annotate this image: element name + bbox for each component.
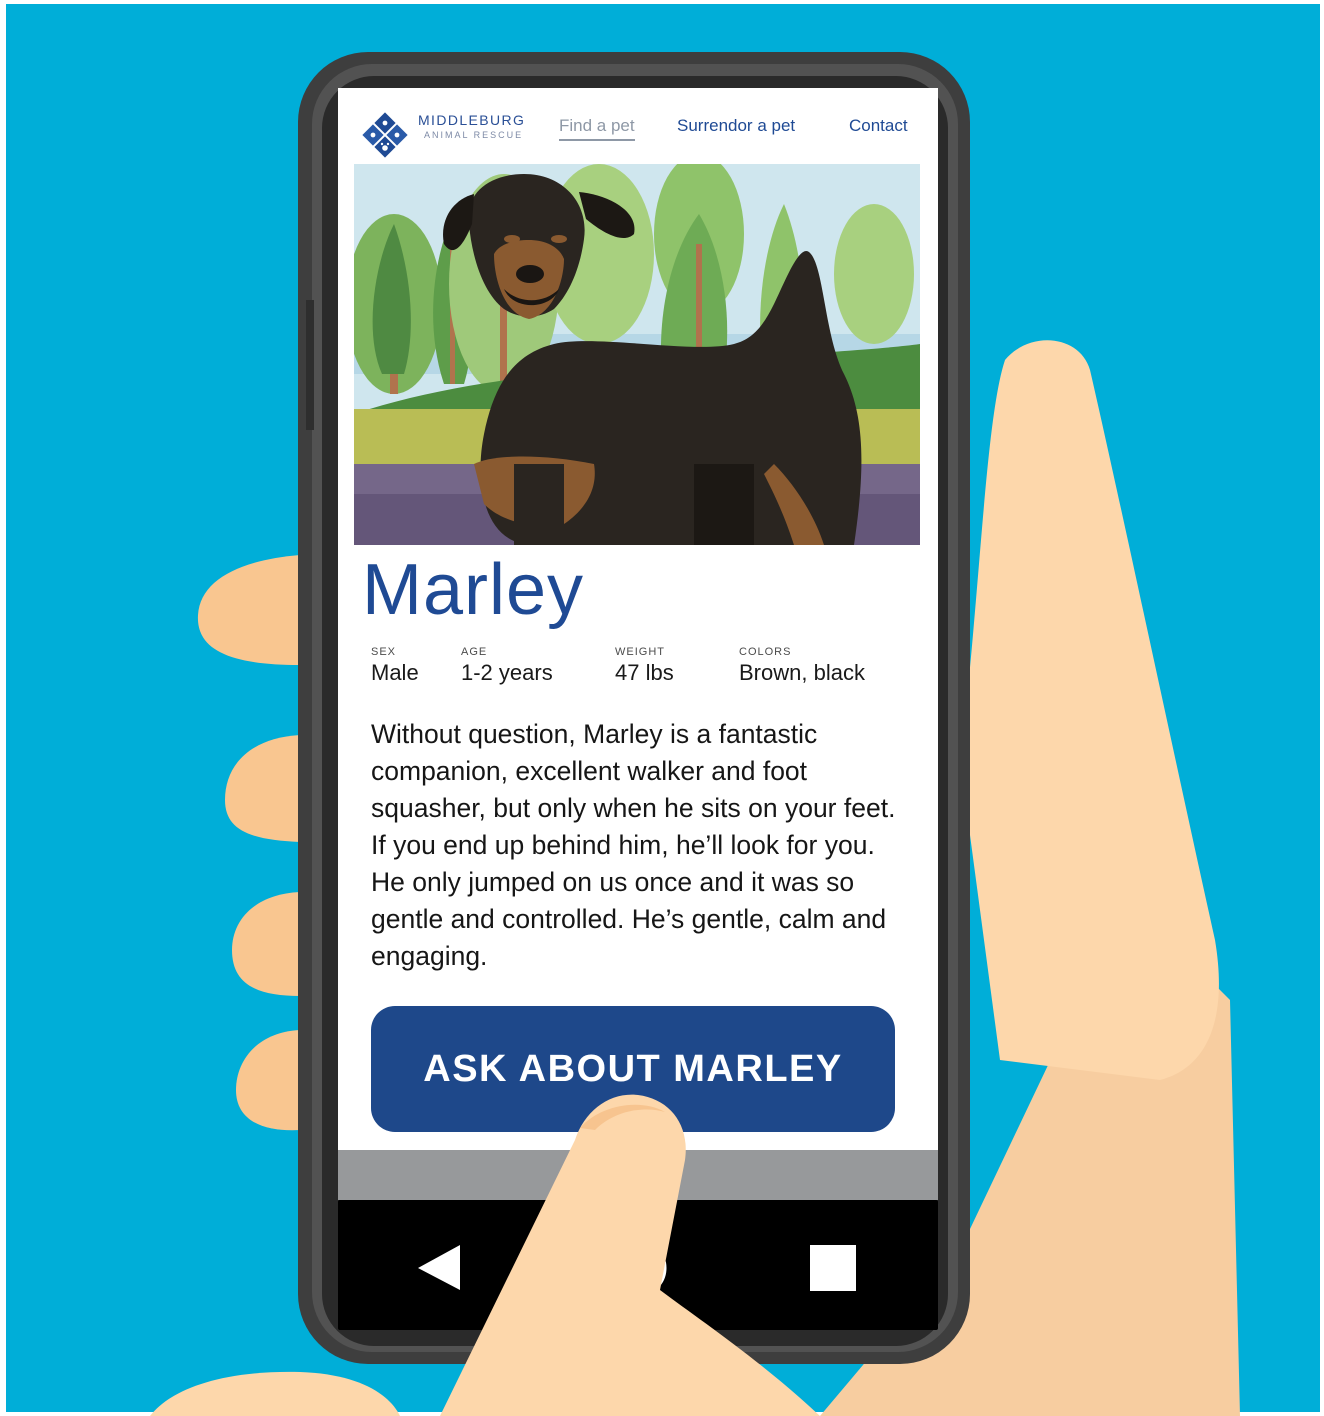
pointing-finger xyxy=(440,1094,820,1416)
illustration-stage: MIDDLEBURG ANIMAL RESCUE Find a pet Surr… xyxy=(0,0,1324,1416)
hand-overlay xyxy=(440,1094,820,1416)
